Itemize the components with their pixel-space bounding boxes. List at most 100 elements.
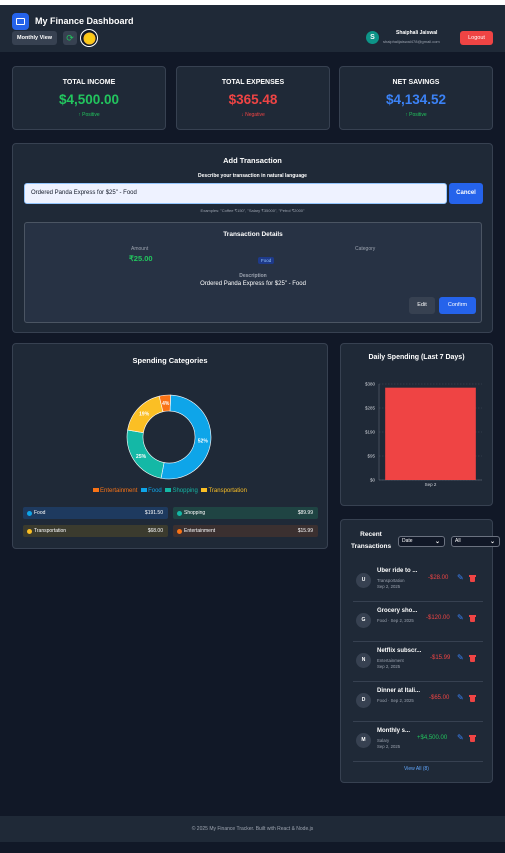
edit-icon[interactable]: ✎: [457, 734, 465, 742]
legend-shopping: Shopping: [165, 488, 198, 494]
edit-icon[interactable]: ✎: [457, 654, 465, 662]
transaction-row[interactable]: N Netflix subscr... Entertainment Sep 2,…: [353, 642, 483, 682]
category-row-entertainment: Entertainment $15.99: [173, 525, 318, 537]
wallet-icon: [12, 13, 29, 30]
transaction-meta: Food · Sep 2, 2025: [377, 618, 414, 623]
transaction-date: Sep 2, 2025: [377, 664, 401, 669]
user-email: shaiphalijaiswal478@gmail.com: [383, 39, 440, 44]
app-header: My Finance Dashboard Monthly View ⟳ S Sh…: [0, 5, 505, 52]
bar-sep-2[interactable]: [385, 387, 476, 480]
y-tick-label: $0: [370, 478, 376, 483]
stat-label: TOTAL INCOME: [62, 79, 116, 86]
donut-data-label: 52%: [198, 439, 209, 445]
description-value: Ordered Panda Express for $25" - Food: [200, 281, 306, 287]
section-title: Add Transaction: [223, 156, 282, 165]
y-tick-label: $285: [365, 406, 376, 411]
stat-value: $365.48: [228, 92, 278, 107]
transaction-amount: -$120.00: [426, 615, 450, 621]
daily-spending-panel: Daily Spending (Last 7 Days) $0 $95 $190 $2…: [340, 343, 493, 506]
y-tick-label: $95: [367, 454, 375, 459]
stat-trend: ↑ Positive: [405, 112, 427, 118]
edit-icon[interactable]: ✎: [457, 614, 465, 622]
donut-data-label: 25%: [136, 454, 147, 460]
transaction-name: Dinner at Itali...: [377, 688, 421, 694]
trash-icon[interactable]: [469, 735, 476, 742]
cancel-button[interactable]: Cancel: [449, 183, 483, 204]
transaction-category: Entertainment: [377, 658, 404, 663]
transaction-meta: Food · Sep 2, 2025: [377, 698, 414, 703]
refresh-icon[interactable]: ⟳: [63, 31, 77, 45]
y-tick-label: $380: [365, 382, 376, 387]
category-row-transportation: Transportation $68.00: [23, 525, 168, 537]
stat-value: $4,500.00: [58, 92, 120, 107]
input-prompt: Describe your transaction in natural lan…: [198, 173, 307, 179]
recent-title: Recent Transactions: [351, 531, 392, 550]
amount-label: Amount: [131, 246, 149, 252]
spending-categories-panel: Spending Categories 52% 25% 19% 4% Entertai…: [12, 343, 328, 549]
trash-icon[interactable]: [469, 575, 476, 582]
donut-data-label: 19%: [139, 412, 150, 418]
section-title: Spending Categories: [132, 356, 208, 365]
daily-spending-bar-chart: $0 $95 $190 $285 $380 Sep 2: [365, 382, 482, 487]
transaction-date: Sep 2, 2025: [377, 744, 401, 749]
sort-filter-select[interactable]: Date ⌄: [398, 536, 445, 547]
total-income-card: TOTAL INCOME $4,500.00 ↑ Positive: [12, 66, 166, 130]
amount-value: ₹25.00: [129, 254, 153, 263]
transaction-name: Uber ride to ...: [377, 568, 418, 574]
transaction-avatar: G: [356, 613, 371, 628]
trash-icon[interactable]: [469, 655, 476, 662]
chart-legend: Entertainment Food Shopping Transportati…: [13, 488, 327, 494]
description-label: Description: [239, 273, 267, 279]
total-expenses-card: TOTAL EXPENSES $365.48 ↓ Negative: [176, 66, 330, 130]
legend-entertainment: Entertainment: [93, 488, 137, 494]
monthly-view-button[interactable]: Monthly View: [12, 31, 58, 45]
edit-icon[interactable]: ✎: [457, 694, 465, 702]
chevron-down-icon: ⌄: [489, 539, 495, 545]
transaction-row[interactable]: G Grocery sho... Food · Sep 2, 2025 -$12…: [353, 602, 483, 642]
transaction-amount: -$28.00: [428, 575, 449, 581]
legend-food: Food: [141, 488, 162, 494]
net-savings-card: NET SAVINGS $4,134.52 ↑ Positive: [339, 66, 493, 130]
type-filter-select[interactable]: All ⌄: [451, 536, 500, 547]
footer: © 2025 My Finance Tracker. Built with Re…: [0, 816, 505, 842]
avatar: S: [366, 31, 379, 44]
stat-label: TOTAL EXPENSES: [221, 79, 285, 86]
transaction-avatar: D: [356, 693, 371, 708]
section-title: Daily Spending (Last 7 Days): [368, 354, 465, 361]
transaction-row[interactable]: U Uber ride to ... Transportation Sep 2,…: [353, 562, 483, 602]
transaction-row[interactable]: D Dinner at Itali... Food · Sep 2, 2025 …: [353, 682, 483, 722]
transaction-input[interactable]: Ordered Panda Express for $25" - Food: [24, 183, 447, 204]
recent-transactions-panel: Recent Transactions Date ⌄ All ⌄ U Uber rid…: [340, 519, 500, 783]
examples-hint: Examples: "Coffee ₹150", "Salary ₹35000"…: [200, 208, 305, 213]
trash-icon[interactable]: [469, 695, 476, 702]
stat-label: NET SAVINGS: [392, 79, 440, 86]
confirm-button[interactable]: Confirm: [439, 297, 476, 314]
app-root: My Finance Dashboard Monthly View ⟳ S Sh…: [0, 5, 505, 853]
edit-button[interactable]: Edit: [409, 297, 435, 314]
stat-trend: ↑ Positive: [78, 112, 100, 118]
add-transaction-panel: Add Transaction Describe your transactio…: [12, 143, 493, 333]
transaction-details: Transaction Details Amount ₹25.00 Catego…: [24, 222, 482, 323]
edit-icon[interactable]: ✎: [457, 574, 465, 582]
transaction-name: Netflix subscr...: [377, 648, 422, 654]
transaction-amount: -$15.99: [430, 655, 451, 661]
category-label: Category: [355, 246, 376, 252]
transaction-avatar: U: [356, 573, 371, 588]
transaction-amount: -$65.00: [429, 695, 450, 701]
category-badge: Food: [258, 257, 275, 264]
app-title: My Finance Dashboard: [35, 16, 134, 26]
transaction-row[interactable]: M Monthly s... Salary Sep 2, 2025 +$4,50…: [353, 722, 483, 762]
transaction-date: Sep 2, 2025: [377, 584, 401, 589]
donut-data-label: 4%: [162, 401, 170, 407]
transaction-name: Monthly s...: [377, 728, 410, 734]
category-row-shopping: Shopping $89.99: [173, 507, 318, 519]
details-title: Transaction Details: [223, 231, 283, 238]
logout-button[interactable]: Logout: [460, 31, 493, 45]
view-all-link[interactable]: View All (8): [341, 766, 492, 772]
legend-transportation: Transportation: [201, 488, 247, 494]
chevron-down-icon: ⌄: [434, 539, 440, 545]
user-name: Shaiphali Jaiswal: [396, 30, 438, 36]
transaction-name: Grocery sho...: [377, 608, 418, 614]
trash-icon[interactable]: [469, 615, 476, 622]
sun-icon[interactable]: [80, 29, 98, 47]
